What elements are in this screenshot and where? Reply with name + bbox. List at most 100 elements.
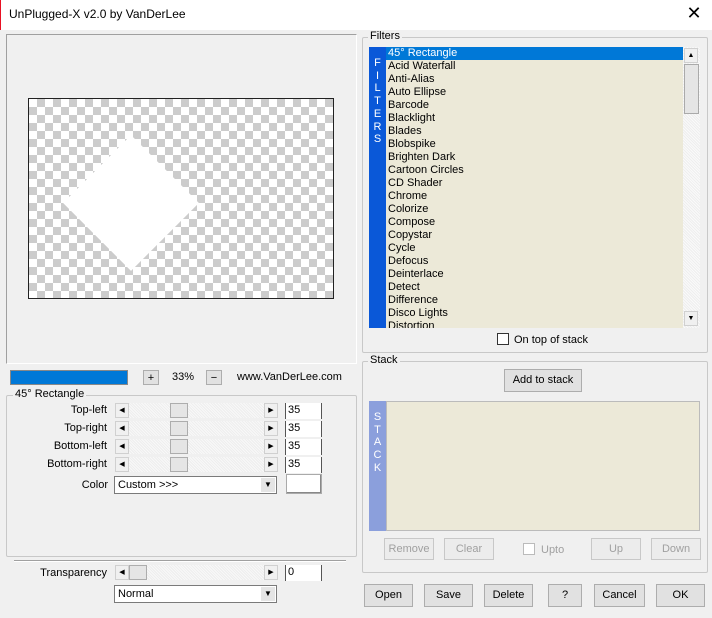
slider-value-field[interactable]: 35 bbox=[285, 421, 322, 437]
slider-left-arrow[interactable]: ◀ bbox=[115, 457, 129, 472]
filter-item[interactable]: Deinterlace bbox=[386, 268, 683, 281]
zoom-in-button[interactable]: + bbox=[143, 370, 159, 385]
slider-value-field[interactable]: 35 bbox=[285, 403, 322, 419]
filter-item[interactable]: Blades bbox=[386, 125, 683, 138]
slider-thumb[interactable] bbox=[170, 457, 188, 472]
slider-left-arrow[interactable]: ◀ bbox=[115, 403, 129, 418]
filters-list[interactable]: 45° Rectangle Acid Waterfall Anti-Alias Aut… bbox=[386, 47, 683, 328]
slider-right-arrow[interactable]: ▶ bbox=[264, 403, 278, 418]
transparency-field[interactable]: 0 bbox=[285, 565, 322, 581]
close-icon[interactable]: ✕ bbox=[684, 3, 704, 24]
window-title: UnPlugged-X v2.0 by VanDerLee bbox=[9, 7, 186, 21]
slider-right-arrow[interactable]: ▶ bbox=[264, 439, 278, 454]
on-top-checkbox[interactable] bbox=[497, 333, 509, 345]
blend-mode-select[interactable]: Normal ▼ bbox=[114, 585, 277, 603]
up-button[interactable]: Up bbox=[591, 538, 641, 560]
slider-label: Bottom-left bbox=[53, 440, 107, 452]
filters-side-letter: F bbox=[374, 57, 381, 69]
ok-button[interactable]: OK bbox=[656, 584, 705, 607]
website-link[interactable]: www.VanDerLee.com bbox=[237, 371, 342, 383]
add-to-stack-button[interactable]: Add to stack bbox=[504, 369, 582, 392]
slider-thumb[interactable] bbox=[170, 421, 188, 436]
slider-left-arrow[interactable]: ◀ bbox=[115, 439, 129, 454]
slider-thumb[interactable] bbox=[170, 403, 188, 418]
params-title: 45° Rectangle bbox=[13, 388, 87, 400]
scroll-thumb[interactable] bbox=[684, 64, 699, 114]
filter-item[interactable]: Brighten Dark bbox=[386, 151, 683, 164]
filter-item[interactable]: Detect bbox=[386, 281, 683, 294]
filter-item[interactable]: Blobspike bbox=[386, 138, 683, 151]
filter-item[interactable]: Distortion bbox=[386, 320, 683, 328]
progress-bar bbox=[10, 370, 128, 385]
transparency-right-arrow[interactable]: ▶ bbox=[264, 565, 278, 580]
filter-item[interactable]: Disco Lights bbox=[386, 307, 683, 320]
remove-button[interactable]: Remove bbox=[384, 538, 434, 560]
clear-button[interactable]: Clear bbox=[444, 538, 494, 560]
transparency-thumb[interactable] bbox=[129, 565, 147, 580]
filters-side-letter: E bbox=[373, 107, 382, 120]
chevron-down-icon[interactable]: ▼ bbox=[261, 478, 275, 492]
filter-item[interactable]: Anti-Alias bbox=[386, 73, 683, 86]
slider-value-field[interactable]: 35 bbox=[285, 439, 322, 455]
open-button[interactable]: Open bbox=[364, 584, 413, 607]
slider-track[interactable] bbox=[129, 439, 264, 454]
filter-item[interactable]: Compose bbox=[386, 216, 683, 229]
transparency-label: Transparency bbox=[40, 567, 107, 579]
filters-scrollbar[interactable]: ▲ ▼ bbox=[683, 47, 700, 328]
blend-mode-value: Normal bbox=[118, 588, 154, 600]
filter-item[interactable]: Barcode bbox=[386, 99, 683, 112]
slider-label: Top-left bbox=[70, 404, 107, 416]
filter-item[interactable]: Difference bbox=[386, 294, 683, 307]
filter-item[interactable]: 45° Rectangle bbox=[386, 47, 683, 60]
slider-thumb[interactable] bbox=[170, 439, 188, 454]
filters-side-label: FILTERS bbox=[369, 47, 386, 328]
cancel-button[interactable]: Cancel bbox=[594, 584, 645, 607]
slider-track[interactable] bbox=[129, 421, 264, 436]
slider-track[interactable] bbox=[129, 403, 264, 418]
filter-item[interactable]: Defocus bbox=[386, 255, 683, 268]
preview-diamond bbox=[63, 135, 199, 271]
color-swatch[interactable] bbox=[286, 474, 322, 494]
stack-side-letter: T bbox=[374, 423, 381, 436]
help-button[interactable]: ? bbox=[548, 584, 582, 607]
stack-side-label: STACK bbox=[369, 401, 386, 531]
stack-side-letter: C bbox=[373, 449, 382, 462]
stack-title: Stack bbox=[368, 354, 400, 366]
filter-item[interactable]: Copystar bbox=[386, 229, 683, 242]
stack-list[interactable] bbox=[386, 401, 700, 531]
filters-side-letter: R bbox=[373, 120, 382, 133]
stack-side-letter: K bbox=[373, 461, 382, 474]
scroll-up-icon[interactable]: ▲ bbox=[684, 48, 698, 63]
slider-track[interactable] bbox=[129, 457, 264, 472]
scroll-down-icon[interactable]: ▼ bbox=[684, 311, 698, 326]
slider-right-arrow[interactable]: ▶ bbox=[264, 457, 278, 472]
delete-button[interactable]: Delete bbox=[484, 584, 533, 607]
slider-left-arrow[interactable]: ◀ bbox=[115, 421, 129, 436]
chevron-down-icon[interactable]: ▼ bbox=[261, 587, 275, 601]
zoom-out-button[interactable]: − bbox=[206, 370, 222, 385]
stack-side-letter: S bbox=[373, 411, 382, 423]
upto-label: Upto bbox=[541, 544, 565, 556]
filter-item[interactable]: Cartoon Circles bbox=[386, 164, 683, 177]
upto-checkbox[interactable] bbox=[523, 543, 535, 555]
color-label: Color bbox=[81, 479, 108, 491]
transparency-left-arrow[interactable]: ◀ bbox=[115, 565, 129, 580]
save-button[interactable]: Save bbox=[424, 584, 473, 607]
slider-value-field[interactable]: 35 bbox=[285, 457, 322, 473]
on-top-label: On top of stack bbox=[514, 334, 588, 346]
down-button[interactable]: Down bbox=[651, 538, 701, 560]
filter-item[interactable]: Colorize bbox=[386, 203, 683, 216]
filter-item[interactable]: Blacklight bbox=[386, 112, 683, 125]
slider-label: Top-right bbox=[64, 422, 107, 434]
filter-item[interactable]: Cycle bbox=[386, 242, 683, 255]
filter-item[interactable]: Acid Waterfall bbox=[386, 60, 683, 73]
filter-item[interactable]: Chrome bbox=[386, 190, 683, 203]
color-select[interactable]: Custom >>> ▼ bbox=[114, 476, 277, 494]
transparency-slider[interactable] bbox=[129, 565, 264, 580]
filters-title: Filters bbox=[368, 30, 402, 42]
filter-item[interactable]: CD Shader bbox=[386, 177, 683, 190]
slider-right-arrow[interactable]: ▶ bbox=[264, 421, 278, 436]
stack-side-letter: A bbox=[373, 436, 382, 449]
zoom-level: 33% bbox=[172, 371, 195, 383]
filter-item[interactable]: Auto Ellipse bbox=[386, 86, 683, 99]
